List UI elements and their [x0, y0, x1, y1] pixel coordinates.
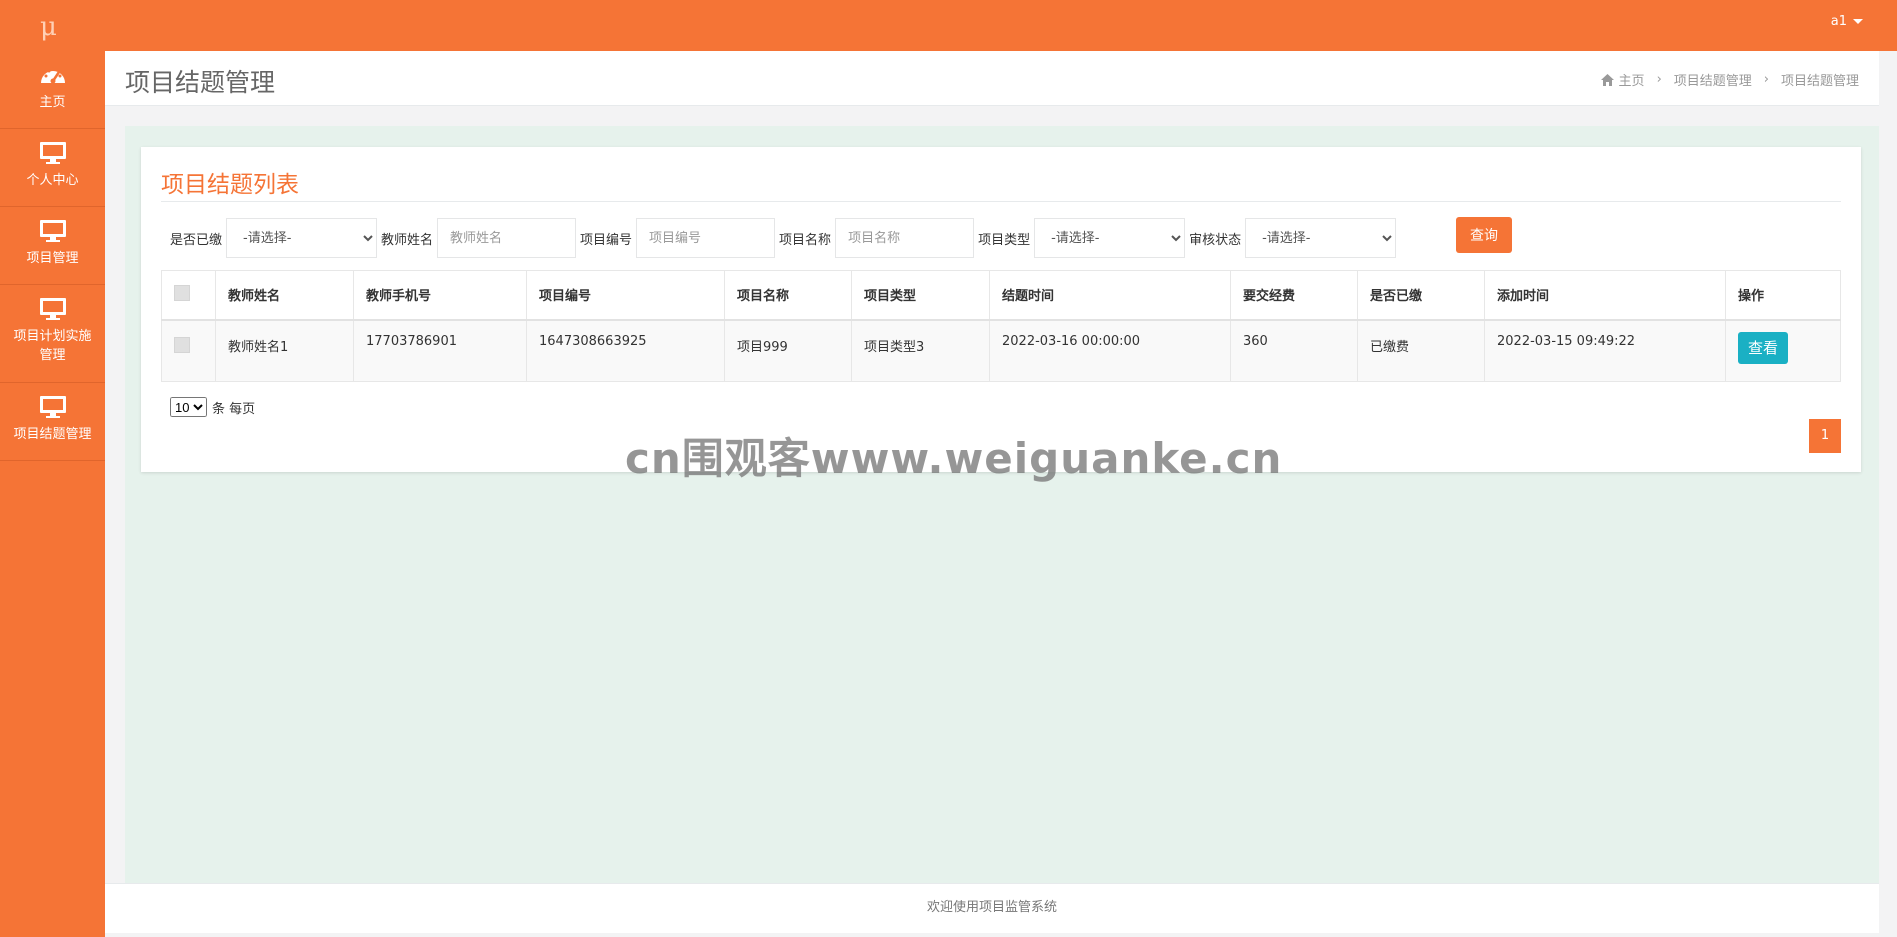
page-size-select[interactable]: 10 [170, 397, 207, 417]
list-panel: 项目结题列表 是否已缴 -请选择- 教师姓名 项目编号 项目名称 项目类型 -请… [141, 147, 1861, 472]
top-navbar: μ a1 [0, 0, 1897, 51]
column-header: 要交经费 [1230, 270, 1358, 321]
paid-filter-label: 是否已缴 [170, 232, 223, 248]
chevron-right-icon: › [1763, 72, 1769, 87]
column-header: 项目编号 [526, 270, 725, 321]
watermark: cn围观客www.weiguanke.cn [625, 434, 1283, 483]
app-logo: μ [40, 12, 57, 42]
project-code-input[interactable] [636, 218, 776, 258]
status-filter-label: 审核状态 [1189, 232, 1242, 248]
cell-teacher: 教师姓名1 [215, 319, 354, 382]
sidebar-item-projects[interactable]: 项目管理 [0, 207, 105, 285]
caret-down-icon [1853, 19, 1863, 24]
sidebar-item-home[interactable]: 主页 [0, 51, 105, 129]
row-select-cell [161, 319, 216, 382]
sidebar-item-label: 个人中心 [26, 173, 79, 188]
view-button[interactable]: 查看 [1738, 331, 1788, 364]
teacher-name-input[interactable] [437, 218, 577, 258]
home-icon [1600, 73, 1614, 86]
column-header: 结题时间 [989, 270, 1231, 321]
type-filter-label: 项目类型 [978, 232, 1031, 248]
column-header: 教师手机号 [353, 270, 527, 321]
cell-name: 项目999 [724, 319, 852, 382]
sidebar: 主页 个人中心 项目管理 项目计划实施管理 项目结题管理 [0, 51, 105, 937]
column-header: 添加时间 [1484, 270, 1726, 321]
name-filter-label: 项目名称 [779, 232, 832, 248]
column-header: 项目类型 [851, 270, 990, 321]
cell-action: 查看 [1725, 319, 1841, 382]
breadcrumb: 主页 › 项目结题管理 › 项目结题管理 [1600, 70, 1859, 89]
breadcrumb-item[interactable]: 项目结题管理 [1674, 70, 1752, 89]
user-menu[interactable]: a1 [1831, 14, 1863, 29]
cell-phone: 17703786901 [353, 319, 527, 382]
cell-fee: 360 [1230, 319, 1358, 382]
row-checkbox[interactable] [174, 336, 190, 353]
monitor-icon [39, 396, 66, 418]
page-header: 项目结题管理 主页 › 项目结题管理 › 项目结题管理 [105, 51, 1879, 106]
project-type-select[interactable]: -请选择- [1034, 218, 1186, 258]
sidebar-item-project-plan[interactable]: 项目计划实施管理 [0, 285, 105, 383]
user-name: a1 [1830, 14, 1847, 29]
dashboard-icon [40, 67, 65, 84]
sidebar-item-label: 项目结题管理 [13, 427, 92, 442]
query-button[interactable]: 查询 [1456, 217, 1512, 253]
panel-title: 项目结题列表 [161, 172, 299, 198]
sidebar-item-label: 主页 [39, 95, 66, 110]
cell-type: 项目类型3 [851, 319, 990, 382]
project-name-input[interactable] [835, 218, 975, 258]
page-size-suffix: 条 每页 [212, 401, 256, 417]
breadcrumb-current: 项目结题管理 [1780, 74, 1859, 89]
monitor-icon [39, 142, 66, 164]
review-status-select[interactable]: -请选择- [1245, 218, 1397, 258]
page-button-current[interactable]: 1 [1809, 419, 1841, 453]
chevron-right-icon: › [1656, 72, 1662, 87]
sidebar-item-label: 项目计划实施管理 [13, 329, 92, 363]
column-header: 项目名称 [724, 270, 852, 321]
teacher-filter-label: 教师姓名 [381, 232, 434, 248]
page-size-control: 10 条 每页 [170, 397, 255, 417]
table-header-row: 教师姓名 教师手机号 项目编号 项目名称 项目类型 结题时间 要交经费 是否已缴… [161, 270, 1841, 321]
select-all-checkbox[interactable] [174, 284, 190, 301]
select-all-cell [161, 270, 216, 321]
sidebar-item-project-closure[interactable]: 项目结题管理 [0, 383, 105, 461]
filter-bar: 是否已缴 -请选择- 教师姓名 项目编号 项目名称 项目类型 -请选择- 审核状… [170, 217, 1400, 259]
cell-end-time: 2022-03-16 00:00:00 [989, 319, 1231, 382]
code-filter-label: 项目编号 [580, 232, 633, 248]
cell-code: 1647308663925 [526, 319, 725, 382]
cell-added-time: 2022-03-15 09:49:22 [1484, 319, 1726, 382]
divider [161, 201, 1841, 202]
breadcrumb-home[interactable]: 主页 [1619, 70, 1645, 89]
page-title: 项目结题管理 [125, 68, 276, 97]
sidebar-item-label: 项目管理 [26, 251, 79, 266]
data-table: 教师姓名 教师手机号 项目编号 项目名称 项目类型 结题时间 要交经费 是否已缴… [161, 270, 1841, 382]
monitor-icon [39, 220, 66, 242]
column-header: 是否已缴 [1357, 270, 1485, 321]
column-header: 教师姓名 [215, 270, 354, 321]
column-header: 操作 [1725, 270, 1841, 321]
footer: 欢迎使用项目监管系统 [105, 883, 1879, 933]
paid-filter-select[interactable]: -请选择- [226, 218, 378, 258]
monitor-icon [39, 298, 66, 320]
sidebar-item-profile[interactable]: 个人中心 [0, 129, 105, 207]
cell-paid: 已缴费 [1357, 319, 1485, 382]
table-row: 教师姓名1 17703786901 1647308663925 项目999 项目… [161, 319, 1841, 382]
